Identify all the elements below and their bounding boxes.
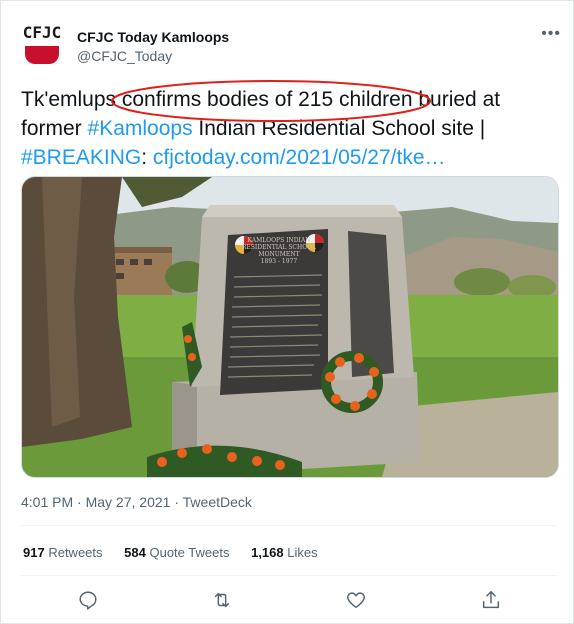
tweet-time[interactable]: 4:01 PM xyxy=(21,494,73,510)
divider xyxy=(21,575,557,576)
likes-label: Likes xyxy=(287,545,318,560)
more-icon[interactable]: ••• xyxy=(541,25,561,43)
hashtag-breaking[interactable]: #BREAKING xyxy=(21,146,141,169)
tweet-text-part: : xyxy=(141,146,153,169)
meta-separator: · xyxy=(170,494,183,510)
engagement-stats: 917 Retweets 584 Quote Tweets 1,168 Like… xyxy=(23,545,336,560)
tweet-source: TweetDeck xyxy=(182,494,252,510)
plaque-line-2: RESIDENTIAL SCHOOL xyxy=(242,244,316,251)
tweet-card: CFJC CFJC Today Kamloops @CFJC_Today •••… xyxy=(0,0,574,624)
likes-stat[interactable]: 1,168 Likes xyxy=(251,545,318,560)
retweets-stat[interactable]: 917 Retweets xyxy=(23,545,103,560)
avatar-logo-text: CFJC xyxy=(22,23,62,42)
reply-icon[interactable] xyxy=(77,589,99,611)
likes-count: 1,168 xyxy=(251,545,284,560)
retweet-icon[interactable] xyxy=(211,589,233,611)
tweet-photo[interactable]: KAMLOOPS INDIAN RESIDENTIAL SCHOOL MONUM… xyxy=(21,176,559,478)
share-icon[interactable] xyxy=(480,589,502,611)
tweet-text-part: Indian Residential School site | xyxy=(192,117,486,140)
retweets-count: 917 xyxy=(23,545,45,560)
avatar-logo-bar xyxy=(25,46,59,64)
action-bar xyxy=(1,589,573,613)
meta-separator: · xyxy=(73,494,86,510)
tweet-meta: 4:01 PM · May 27, 2021 · TweetDeck xyxy=(21,494,252,510)
plaque-line-3: MONUMENT xyxy=(258,251,299,258)
like-icon[interactable] xyxy=(345,589,367,611)
quotes-label: Quote Tweets xyxy=(149,545,230,560)
monument-photo: KAMLOOPS INDIAN RESIDENTIAL SCHOOL MONUM… xyxy=(22,177,558,477)
tweet-text: Tk'emlups confirms bodies of 215 childre… xyxy=(21,85,551,172)
author-name[interactable]: CFJC Today Kamloops xyxy=(77,29,229,45)
author-handle[interactable]: @CFJC_Today xyxy=(77,48,172,64)
retweets-label: Retweets xyxy=(48,545,103,560)
plaque-line-1: KAMLOOPS INDIAN xyxy=(248,237,311,244)
tweet-link[interactable]: cfjctoday.com/2021/05/27/tke… xyxy=(153,146,446,169)
quotes-count: 584 xyxy=(124,545,146,560)
avatar[interactable]: CFJC xyxy=(21,23,63,65)
hashtag-kamloops[interactable]: #Kamloops xyxy=(88,117,193,140)
quote-tweets-stat[interactable]: 584 Quote Tweets xyxy=(124,545,229,560)
plaque-line-4: 1893 - 1977 xyxy=(261,258,298,265)
tweet-header: CFJC CFJC Today Kamloops @CFJC_Today ••• xyxy=(21,21,561,69)
tweet-date[interactable]: May 27, 2021 xyxy=(86,494,171,510)
divider xyxy=(21,525,557,526)
